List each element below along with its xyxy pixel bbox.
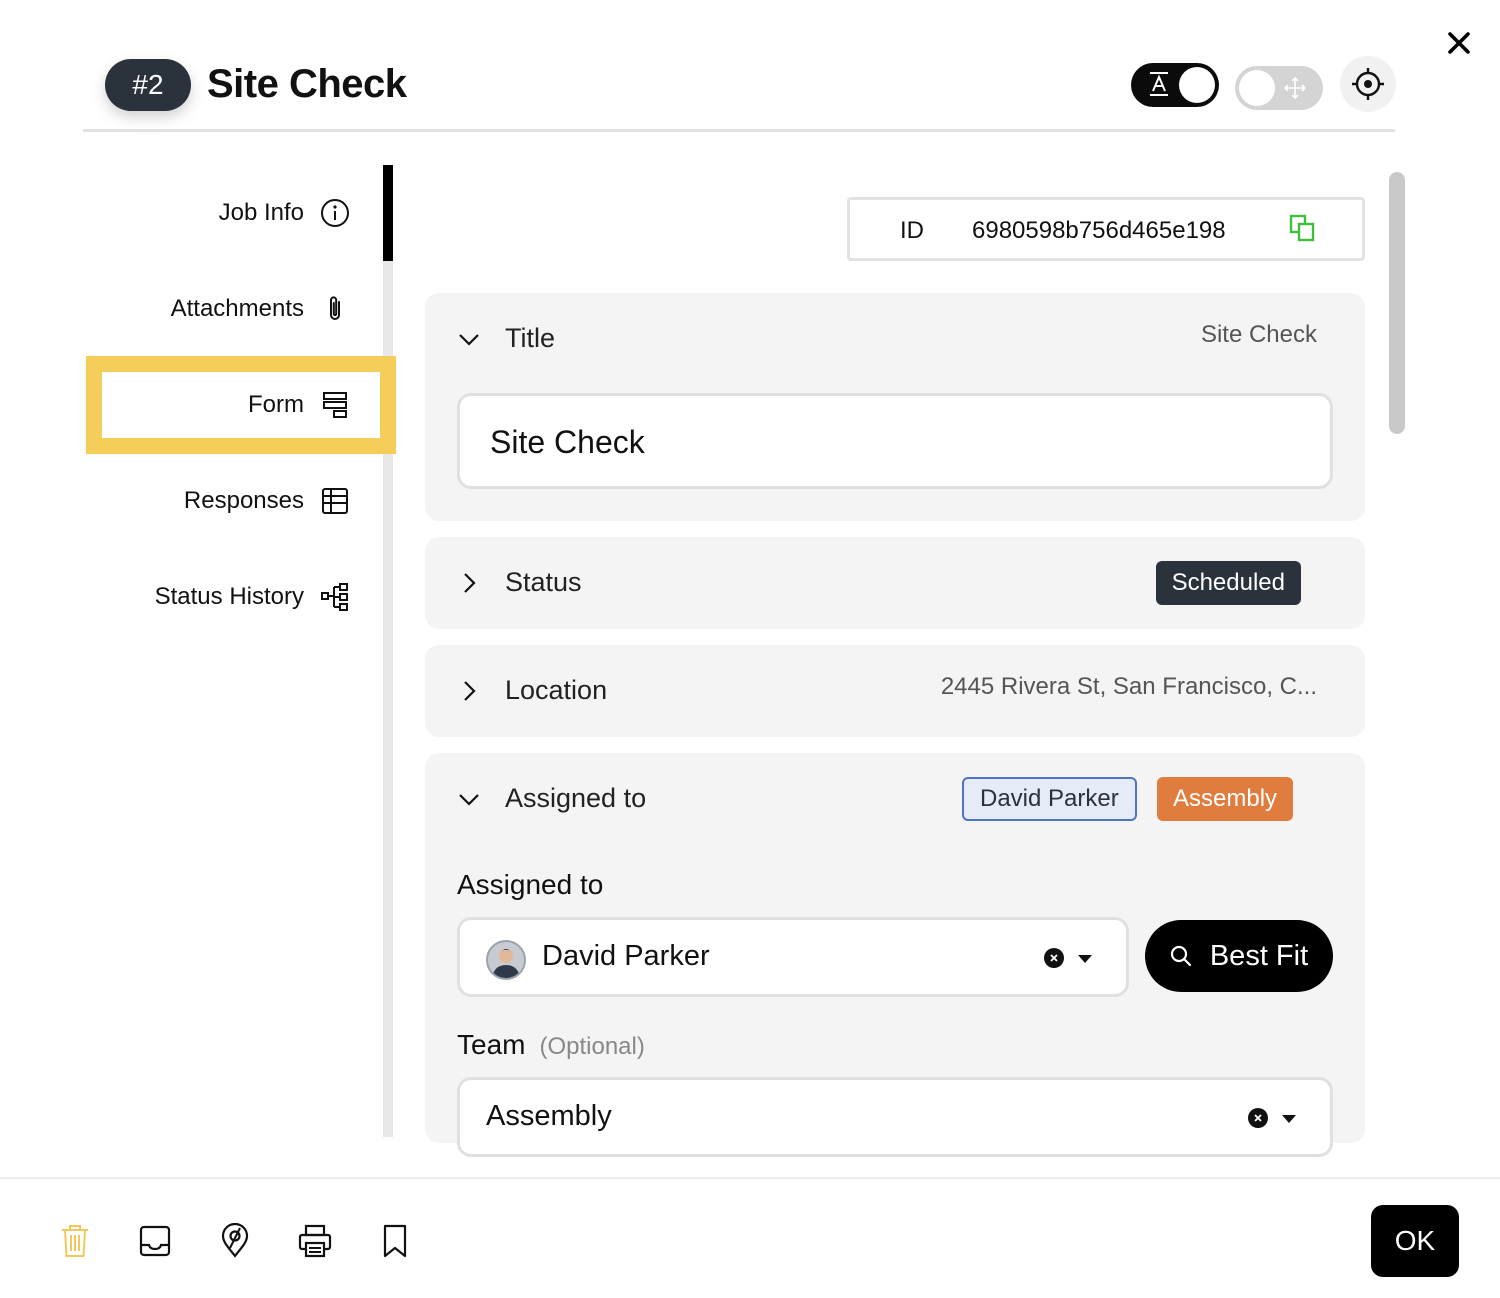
assignee-chip: David Parker bbox=[962, 777, 1137, 821]
panel-title: Location bbox=[505, 675, 608, 705]
move-arrows-icon bbox=[1283, 76, 1307, 100]
page-title: Site Check bbox=[207, 62, 407, 106]
panel-title: Title bbox=[505, 323, 556, 353]
hierarchy-icon bbox=[320, 582, 350, 612]
sidebar-item-form[interactable]: Form bbox=[50, 375, 350, 435]
status-badge: Scheduled bbox=[1155, 561, 1301, 605]
dialog-header: #2 Site Check bbox=[83, 40, 1396, 132]
title-input[interactable]: Site Check bbox=[457, 393, 1333, 489]
ok-button[interactable]: OK bbox=[1371, 1205, 1459, 1277]
panel-summary: Site Check bbox=[1200, 321, 1317, 348]
job-number-badge: #2 bbox=[105, 59, 191, 111]
chevron-down-icon[interactable] bbox=[457, 787, 481, 811]
team-select[interactable]: Assembly bbox=[457, 1077, 1333, 1157]
panel-summary: 2445 Rivera St, San Francisco, C... bbox=[940, 673, 1317, 700]
status-panel[interactable]: Status Scheduled bbox=[425, 537, 1365, 629]
chevron-down-icon[interactable] bbox=[457, 327, 481, 351]
sidebar-active-indicator bbox=[383, 165, 393, 261]
sidebar-item-job-info[interactable]: Job Info bbox=[50, 183, 350, 243]
team-value: Assembly bbox=[486, 1100, 612, 1132]
inbox-icon[interactable] bbox=[135, 1221, 175, 1261]
chevron-right-icon[interactable] bbox=[457, 679, 481, 703]
info-icon bbox=[320, 198, 350, 228]
sidebar-item-attachments[interactable]: Attachments bbox=[50, 279, 350, 339]
team-label-text: Team bbox=[457, 1029, 526, 1060]
avatar bbox=[486, 940, 526, 980]
assigned-panel: Assigned to David Parker Assembly Assign… bbox=[425, 753, 1365, 1157]
toggle-knob bbox=[1239, 70, 1275, 106]
assignee-value: David Parker bbox=[542, 940, 710, 972]
trash-icon[interactable] bbox=[55, 1221, 95, 1261]
sidebar-item-responses[interactable]: Responses bbox=[50, 471, 350, 531]
assignee-select[interactable]: David Parker bbox=[457, 917, 1129, 997]
sidebar-item-label: Form bbox=[248, 391, 304, 418]
assignee-field-label: Assigned to bbox=[457, 869, 604, 900]
close-button[interactable] bbox=[1440, 24, 1478, 62]
map-pin-icon[interactable] bbox=[215, 1221, 255, 1261]
sidebar-item-label: Status History bbox=[154, 583, 304, 610]
sidebar-item-label: Job Info bbox=[218, 199, 304, 226]
caret-down-icon[interactable] bbox=[1282, 1115, 1296, 1123]
location-panel[interactable]: Location 2445 Rivera St, San Francisco, … bbox=[425, 645, 1365, 737]
dialog-footer: OK bbox=[0, 1177, 1500, 1298]
best-fit-label: Best Fit bbox=[1209, 939, 1309, 972]
text-mode-toggle[interactable] bbox=[1131, 63, 1219, 107]
sidebar-item-status-history[interactable]: Status History bbox=[50, 567, 350, 627]
copy-icon[interactable] bbox=[1288, 213, 1316, 243]
optional-hint: (Optional) bbox=[539, 1033, 645, 1060]
chevron-right-icon[interactable] bbox=[457, 571, 481, 595]
team-chip: Assembly bbox=[1157, 777, 1294, 821]
bookmark-icon[interactable] bbox=[375, 1221, 415, 1261]
panel-title: Status bbox=[505, 567, 582, 597]
content-scrollbar[interactable] bbox=[1389, 172, 1405, 434]
search-icon bbox=[1170, 945, 1191, 967]
sidebar-item-label: Responses bbox=[183, 487, 304, 514]
text-format-icon bbox=[1150, 72, 1168, 96]
clear-icon[interactable] bbox=[1248, 1108, 1268, 1128]
printer-icon[interactable] bbox=[295, 1221, 335, 1261]
table-icon bbox=[320, 486, 350, 516]
best-fit-button[interactable]: Best Fit bbox=[1145, 920, 1333, 992]
close-icon bbox=[1448, 32, 1470, 54]
title-panel: Title Site Check Site Check bbox=[425, 293, 1365, 521]
toggle-knob bbox=[1179, 67, 1215, 103]
paperclip-icon bbox=[320, 294, 350, 324]
locate-button[interactable] bbox=[1340, 56, 1396, 112]
id-label: ID bbox=[900, 217, 924, 244]
panel-title: Assigned to bbox=[505, 783, 647, 813]
id-field: ID 6980598b756d465e198 bbox=[847, 197, 1365, 261]
team-field-label: Team (Optional) bbox=[457, 1029, 645, 1061]
crosshair-icon bbox=[1352, 68, 1384, 100]
caret-down-icon[interactable] bbox=[1078, 955, 1092, 963]
move-mode-toggle[interactable] bbox=[1235, 66, 1323, 110]
id-value: 6980598b756d465e198 bbox=[972, 217, 1226, 244]
form-icon bbox=[320, 390, 350, 420]
sidebar-track bbox=[383, 165, 393, 1137]
sidebar-item-label: Attachments bbox=[170, 295, 304, 322]
clear-icon[interactable] bbox=[1044, 948, 1064, 968]
